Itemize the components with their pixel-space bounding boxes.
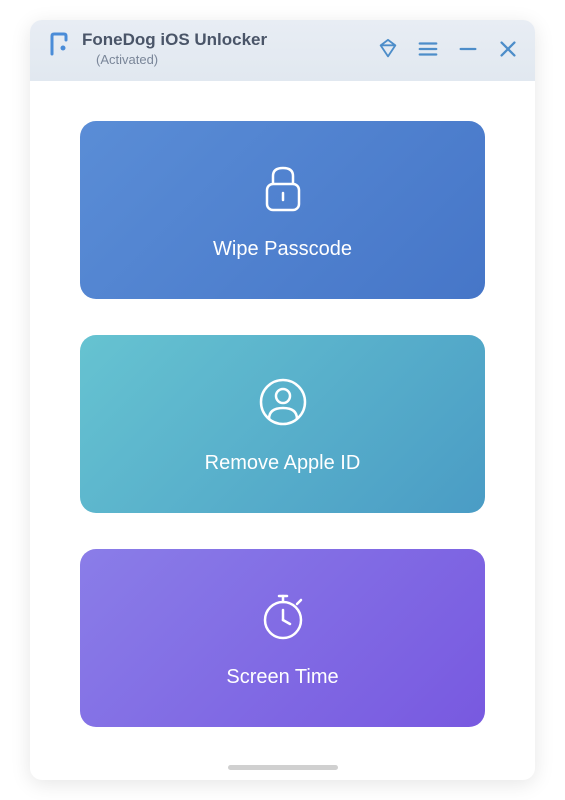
wipe-passcode-button[interactable]: Wipe Passcode [80,121,485,299]
header-left: FoneDog iOS Unlocker (Activated) [46,30,267,67]
close-icon[interactable] [497,38,519,60]
person-icon [255,374,311,430]
minimize-icon[interactable] [457,38,479,60]
menu-icon[interactable] [417,38,439,60]
diamond-icon[interactable] [377,38,399,60]
wipe-passcode-label: Wipe Passcode [213,238,352,261]
remove-apple-id-label: Remove Apple ID [205,452,361,475]
header-controls [377,38,519,60]
app-window: FoneDog iOS Unlocker (Activated) [30,20,535,780]
screen-time-button[interactable]: Screen Time [80,549,485,727]
stopwatch-icon [255,588,311,644]
header: FoneDog iOS Unlocker (Activated) [30,20,535,81]
main-content: Wipe Passcode Remove Apple ID [30,81,535,765]
app-title: FoneDog iOS Unlocker [82,30,267,50]
title-group: FoneDog iOS Unlocker (Activated) [82,30,267,67]
screen-time-label: Screen Time [226,666,338,689]
remove-apple-id-button[interactable]: Remove Apple ID [80,335,485,513]
app-logo-icon [46,32,72,58]
app-status: (Activated) [96,52,267,67]
lock-icon [255,160,311,216]
bottom-handle [228,765,338,770]
